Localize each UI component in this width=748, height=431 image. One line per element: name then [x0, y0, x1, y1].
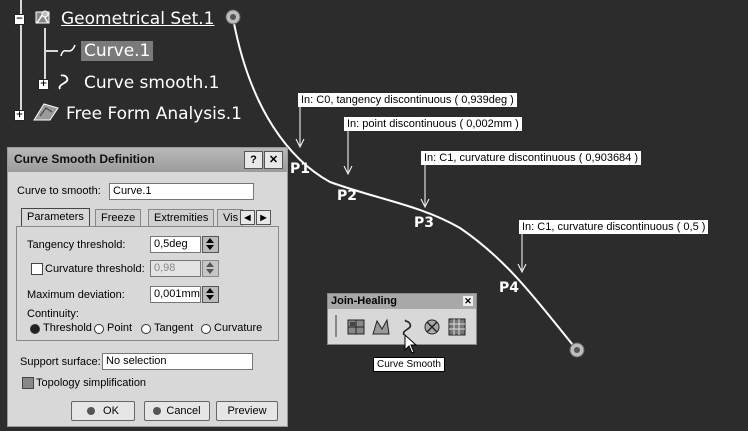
toolbar-tooltip: Curve Smooth [373, 357, 445, 372]
point-label-p4: P4 [499, 280, 520, 296]
point-label-p3: P3 [414, 215, 435, 231]
toolbar-title: Join-Healing [331, 295, 398, 307]
tab-freeze[interactable]: Freeze [95, 209, 142, 227]
tangency-threshold-label: Tangency threshold: [27, 239, 126, 251]
deviation-spinner-icon[interactable] [202, 286, 219, 303]
topology-simplification-label: Topology simplification [36, 377, 147, 389]
topology-simplification-checkbox[interactable] [22, 377, 34, 389]
maximum-deviation-field[interactable]: 0,001mm [150, 286, 201, 303]
radio-point[interactable] [94, 324, 104, 334]
tab-extremities[interactable]: Extremities [148, 209, 215, 227]
annotation-p4: In: C1, curvature discontinuous ( 0,5 ) [519, 220, 709, 234]
support-surface-label: Support surface: [20, 356, 101, 368]
toolbar-titlebar[interactable]: Join-Healing ✕ [328, 294, 476, 309]
cancel-button-label: Cancel [166, 405, 201, 417]
curve-to-smooth-field[interactable]: Curve.1 [109, 183, 254, 200]
help-button[interactable]: ? [244, 151, 263, 169]
annotation-p2: In: point discontinuous ( 0,002mm ) [344, 117, 522, 131]
toolbar-grip[interactable] [335, 315, 337, 337]
healing-icon[interactable] [371, 317, 391, 337]
radio-curvature[interactable] [201, 324, 211, 334]
support-surface-field[interactable]: No selection [102, 353, 253, 370]
tangency-spinner-icon[interactable] [202, 236, 219, 253]
radio-curvature-label: Curvature [214, 322, 263, 334]
curvature-spinner-icon[interactable] [202, 260, 219, 277]
untrim-icon[interactable] [422, 317, 442, 337]
curvature-threshold-label: Curvature threshold: [45, 263, 145, 275]
curvature-threshold-field[interactable]: 0,98 [150, 260, 201, 277]
curve-end-manipulator-icon [569, 342, 585, 358]
mouse-cursor-icon [404, 334, 418, 354]
close-button[interactable]: ✕ [264, 151, 283, 169]
radio-threshold-label: Threshold [43, 322, 92, 334]
toolbar-close-button[interactable]: ✕ [463, 296, 473, 306]
join-healing-toolbar: Join-Healing ✕ [327, 293, 477, 345]
curve-smooth-dialog: Curve Smooth Definition ? ✕ Curve to smo… [7, 147, 288, 427]
tangency-threshold-field[interactable]: 0,5deg [150, 236, 201, 253]
dialog-titlebar[interactable]: Curve Smooth Definition ? ✕ [8, 148, 287, 172]
radio-tangent-label: Tangent [154, 322, 194, 334]
curvature-threshold-checkbox[interactable] [31, 263, 43, 275]
disassemble-icon[interactable] [447, 317, 467, 337]
ok-icon [87, 407, 96, 416]
point-label-p1: P1 [290, 161, 311, 177]
tab-scroll-right-icon[interactable]: ▶ [256, 210, 271, 225]
annotation-p1: In: C0, tangency discontinuous ( 0,939de… [298, 93, 517, 107]
cancel-button[interactable]: Cancel [144, 401, 210, 421]
maximum-deviation-label: Maximum deviation: [27, 289, 125, 301]
dialog-title: Curve Smooth Definition [14, 152, 155, 166]
point-label-p2: P2 [337, 188, 358, 204]
radio-tangent[interactable] [141, 324, 151, 334]
radio-point-label: Point [107, 322, 133, 334]
curve-start-manipulator-icon [225, 9, 241, 25]
ok-button-label: OK [103, 405, 119, 417]
preview-button[interactable]: Preview [216, 401, 278, 421]
cancel-icon [153, 407, 162, 416]
annotation-p3: In: C1, curvature discontinuous ( 0,9036… [421, 151, 642, 165]
curve-to-smooth-label: Curve to smooth: [17, 185, 101, 197]
join-icon[interactable] [346, 317, 366, 337]
radio-threshold[interactable] [30, 324, 40, 334]
ok-button[interactable]: OK [71, 401, 135, 421]
tab-scroll-left-icon[interactable]: ◀ [240, 210, 255, 225]
tab-parameters[interactable]: Parameters [21, 208, 90, 227]
continuity-label: Continuity: [27, 308, 79, 320]
